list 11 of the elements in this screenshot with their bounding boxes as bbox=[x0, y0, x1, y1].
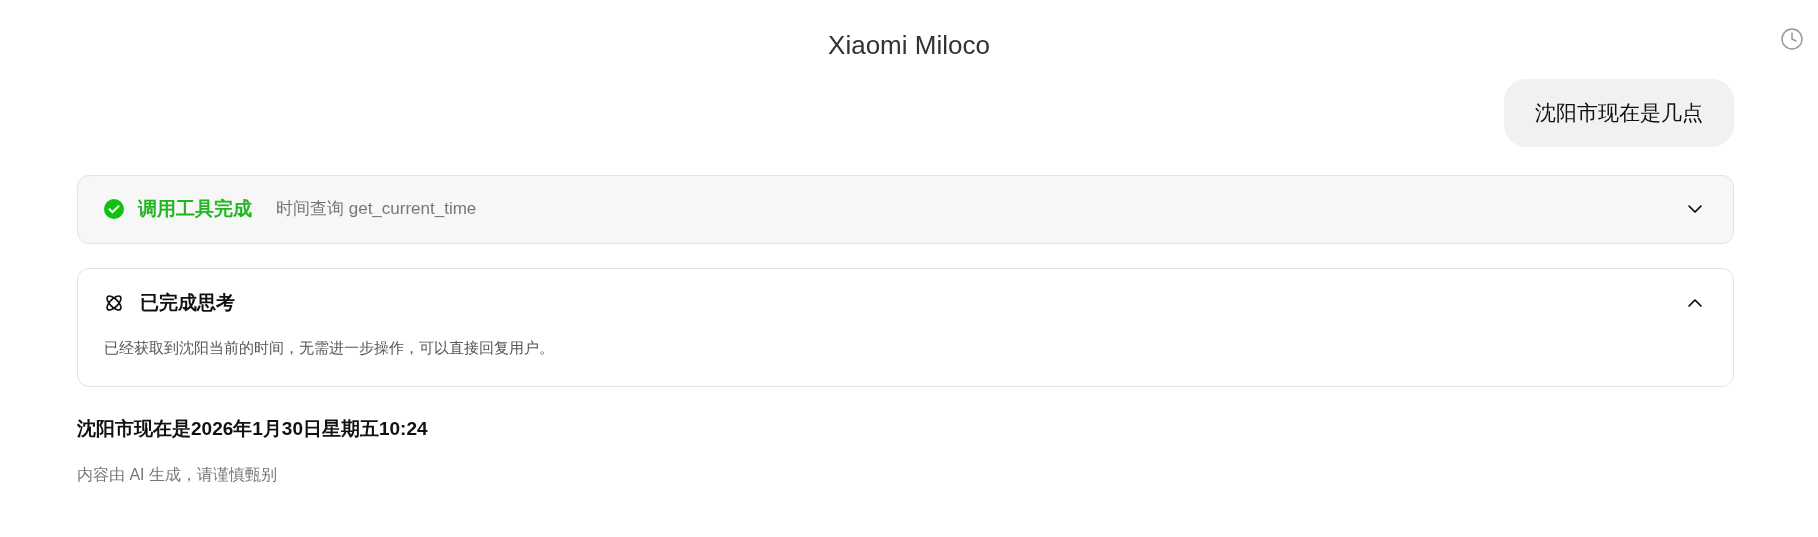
user-message-bubble: 沈阳市现在是几点 bbox=[1504, 79, 1734, 147]
tool-status-label: 调用工具完成 bbox=[138, 196, 252, 221]
answer-text: 沈阳市现在是2026年1月30日星期五10:24 bbox=[77, 416, 429, 441]
atom-icon bbox=[104, 292, 124, 313]
tool-call-card[interactable]: 调用工具完成 时间查询 get_current_time bbox=[77, 174, 1734, 244]
tool-detail: 时间查询 get_current_time bbox=[276, 198, 477, 221]
ai-disclaimer: 内容由 AI 生成，请谨慎甄别 bbox=[77, 465, 278, 485]
thinking-text: 已经获取到沈阳当前的时间，无需进一步操作，可以直接回复用户。 bbox=[104, 338, 555, 358]
thinking-title: 已完成思考 bbox=[140, 290, 235, 315]
history-icon[interactable] bbox=[1780, 27, 1804, 51]
app-title: Xiaomi Miloco bbox=[828, 29, 990, 62]
